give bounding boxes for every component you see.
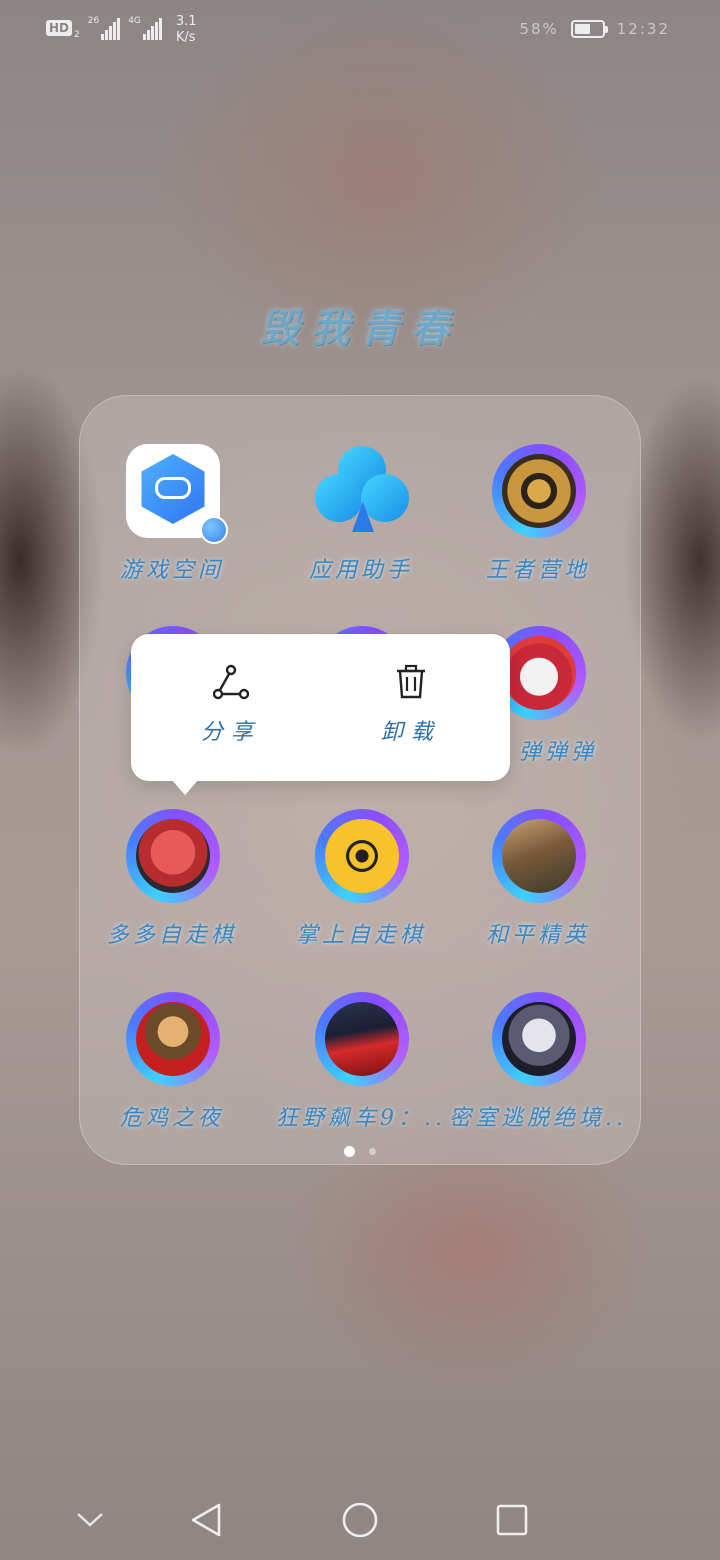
home-button[interactable] — [330, 1480, 390, 1560]
popup-pointer — [171, 779, 199, 795]
page-dot[interactable] — [369, 1148, 376, 1155]
app-label: 狂野飙车9：.. — [276, 1106, 446, 1131]
game-space-icon — [126, 444, 228, 544]
app-chicken-night[interactable]: 危鸡之夜 — [82, 992, 262, 1152]
network-speed: 3.1 K/s — [176, 14, 197, 46]
app-asphalt9[interactable]: 狂野飙车9：.. — [271, 992, 451, 1152]
chevron-down-icon — [77, 1513, 103, 1527]
speed-unit: K/s — [175, 30, 196, 45]
wangzhe-camp-icon — [492, 444, 586, 538]
peace-elite-icon — [492, 809, 586, 903]
back-icon — [191, 1503, 221, 1537]
app-assistant[interactable]: 应用助手 — [271, 444, 451, 604]
app-label: 密室逃脱绝境.. — [449, 1106, 627, 1131]
app-label: 应用助手 — [308, 558, 413, 583]
share-label: 分享 — [200, 720, 261, 745]
signal-icon-sim2: 4G — [128, 16, 162, 40]
signal-icon-sim1: 26 — [87, 16, 121, 40]
app-label: 多多自走棋 — [106, 923, 237, 948]
page-indicator — [0, 1146, 720, 1157]
folder-title[interactable]: 毁我青春 — [0, 296, 720, 354]
navigation-bar — [0, 1480, 720, 1560]
duoduo-chess-icon — [126, 809, 220, 903]
battery-icon — [570, 20, 608, 38]
app-escape-room[interactable]: 密室逃脱绝境.. — [448, 992, 628, 1152]
escape-room-icon — [492, 992, 586, 1086]
recents-button[interactable] — [482, 1480, 542, 1560]
app-peace-elite[interactable]: 和平精英 — [448, 809, 628, 969]
status-right: 58% 12:32 — [519, 20, 670, 38]
app-chess-companion[interactable]: 掌上自走棋 — [271, 809, 451, 969]
status-left: HD 2 26 4G 3.1 K/s — [46, 14, 197, 46]
app-label: 王者营地 — [485, 558, 590, 583]
home-icon — [342, 1502, 378, 1538]
asphalt9-icon — [315, 992, 409, 1086]
share-icon — [213, 664, 249, 700]
trash-icon — [397, 664, 425, 699]
recents-icon — [496, 1504, 528, 1536]
sim1-label: 26 — [87, 16, 100, 26]
battery-percent: 58% — [519, 20, 559, 38]
app-label: 掌上自走棋 — [295, 923, 426, 948]
app-duoduo-chess[interactable]: 多多自走棋 — [82, 809, 262, 969]
hd-sub: 2 — [74, 30, 80, 40]
sim2-label: 4G — [128, 16, 141, 26]
app-game-space[interactable]: 游戏空间 — [82, 444, 262, 604]
share-button[interactable]: 分享 — [166, 664, 296, 754]
club-icon — [315, 444, 409, 538]
hide-nav-button[interactable] — [60, 1480, 120, 1560]
back-button[interactable] — [176, 1480, 236, 1560]
app-label: 游戏空间 — [119, 558, 224, 583]
hd-badge: HD — [46, 20, 73, 36]
battery-fill — [574, 24, 590, 34]
page-dot-active[interactable] — [344, 1146, 355, 1157]
speed-value: 3.1 — [175, 14, 197, 29]
app-wangzhe-camp[interactable]: 王者营地 — [448, 444, 628, 604]
clock: 12:32 — [616, 20, 670, 38]
chicken-night-icon — [126, 992, 220, 1086]
chess-app-icon — [315, 809, 409, 903]
app-label: 和平精英 — [485, 923, 590, 948]
uninstall-label: 卸载 — [380, 720, 441, 745]
app-context-menu: 分享 卸载 — [131, 634, 510, 795]
status-bar: HD 2 26 4G 3.1 K/s 58% 12:32 — [0, 0, 720, 62]
app-label: 危鸡之夜 — [119, 1106, 224, 1131]
uninstall-button[interactable]: 卸载 — [346, 664, 476, 754]
